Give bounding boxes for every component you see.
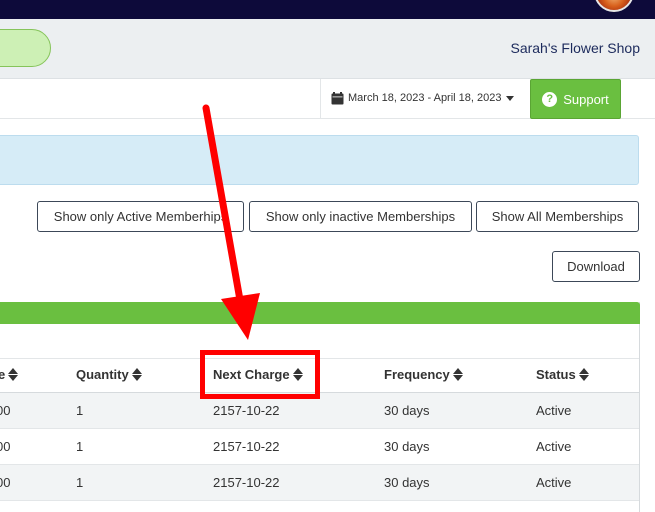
sort-icon: [8, 368, 19, 381]
cell-frequency: 30 days: [384, 403, 430, 418]
cell-price: 00: [0, 403, 11, 418]
support-button[interactable]: ? Support: [530, 79, 621, 119]
cell-status: Active: [536, 475, 572, 490]
top-navbar: [0, 0, 655, 19]
cell-quantity: 1: [76, 475, 84, 490]
show-inactive-button[interactable]: Show only inactive Memberships: [249, 201, 472, 232]
column-header-label: Status: [536, 367, 576, 382]
date-range-label: March 18, 2023 - April 18, 2023: [348, 92, 502, 104]
cell-price: 00: [0, 475, 11, 490]
sort-icon: [452, 368, 463, 381]
column-header-frequency[interactable]: Frequency: [384, 367, 463, 382]
sort-icon: [131, 368, 142, 381]
toolbar-divider: [320, 79, 321, 118]
search-pill[interactable]: [0, 29, 51, 67]
cell-frequency: 30 days: [384, 475, 430, 490]
support-label: Support: [563, 91, 609, 107]
cell-status: Active: [536, 439, 572, 454]
column-header-quantity[interactable]: Quantity: [76, 367, 142, 382]
toolbar: March 18, 2023 - April 18, 2023 ? Suppor…: [0, 79, 655, 119]
sort-icon: [578, 368, 589, 381]
info-alert: [0, 135, 639, 185]
annotation-highlight-box: [200, 350, 320, 399]
cell-frequency: 30 days: [384, 439, 430, 454]
column-header-price[interactable]: e: [0, 367, 19, 382]
subheader: Sarah's Flower Shop: [0, 19, 655, 79]
column-header-label: Quantity: [76, 367, 129, 382]
show-all-button[interactable]: Show All Memberships: [476, 201, 639, 232]
table-row[interactable]: 00 1 2157-10-22 30 days Active: [0, 465, 639, 501]
shop-name[interactable]: Sarah's Flower Shop: [510, 40, 640, 56]
cell-price: 00: [0, 439, 11, 454]
panel-header: [0, 302, 640, 324]
avatar[interactable]: [594, 0, 634, 12]
download-button[interactable]: Download: [552, 251, 640, 282]
calendar-icon: [331, 91, 344, 105]
cell-next-charge: 2157-10-22: [213, 475, 280, 490]
cell-quantity: 1: [76, 439, 84, 454]
cell-status: Active: [536, 403, 572, 418]
show-active-button[interactable]: Show only Active Memberhips: [37, 201, 244, 232]
cell-quantity: 1: [76, 403, 84, 418]
column-header-label: e: [0, 367, 6, 382]
cell-next-charge: 2157-10-22: [213, 403, 280, 418]
column-header-label: Frequency: [384, 367, 450, 382]
column-header-status[interactable]: Status: [536, 367, 589, 382]
table-row[interactable]: 00 1 2157-10-22 30 days Active: [0, 429, 639, 465]
chevron-down-icon: [506, 95, 515, 101]
cell-next-charge: 2157-10-22: [213, 439, 280, 454]
date-range-picker[interactable]: March 18, 2023 - April 18, 2023: [331, 89, 515, 107]
question-icon: ?: [542, 91, 558, 107]
